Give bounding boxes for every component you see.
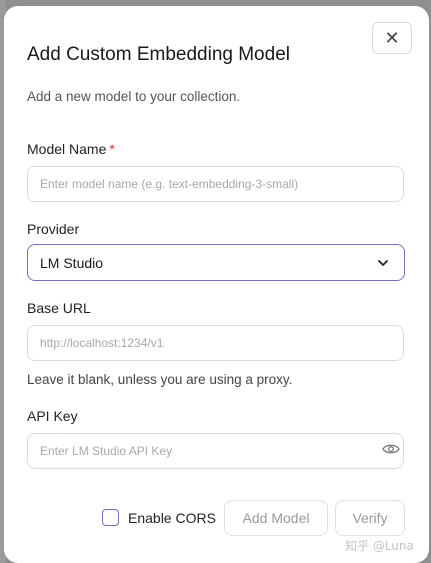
enable-cors-toggle[interactable]: Enable CORS <box>102 509 216 526</box>
enable-cors-label: Enable CORS <box>128 509 216 526</box>
base-url-hint: Leave it blank, unless you are using a p… <box>27 372 293 387</box>
provider-selected-value: LM Studio <box>40 254 104 271</box>
verify-button[interactable]: Verify <box>335 500 405 536</box>
chevron-down-icon <box>378 259 388 266</box>
enable-cors-checkbox[interactable] <box>102 509 119 526</box>
model-name-label: Model Name * <box>27 141 115 157</box>
dialog-subtitle: Add a new model to your collection. <box>27 89 241 104</box>
add-model-button[interactable]: Add Model <box>224 500 328 536</box>
api-key-input[interactable] <box>27 433 404 469</box>
provider-label: Provider <box>27 221 80 237</box>
close-button[interactable]: ✕ <box>372 22 412 54</box>
model-name-label-text: Model Name <box>27 141 107 157</box>
eye-icon[interactable] <box>382 442 400 456</box>
add-embedding-model-dialog: ✕ Add Custom Embedding Model Add a new m… <box>4 6 429 563</box>
close-icon: ✕ <box>384 27 400 48</box>
api-key-label: API Key <box>27 408 78 424</box>
base-url-input[interactable] <box>27 325 404 361</box>
dialog-title: Add Custom Embedding Model <box>27 44 290 65</box>
base-url-label: Base URL <box>27 300 91 316</box>
model-name-input[interactable] <box>27 166 404 202</box>
watermark: 知乎 @Luna <box>345 539 414 553</box>
required-mark: * <box>109 141 115 157</box>
provider-select[interactable]: LM Studio <box>27 244 405 281</box>
